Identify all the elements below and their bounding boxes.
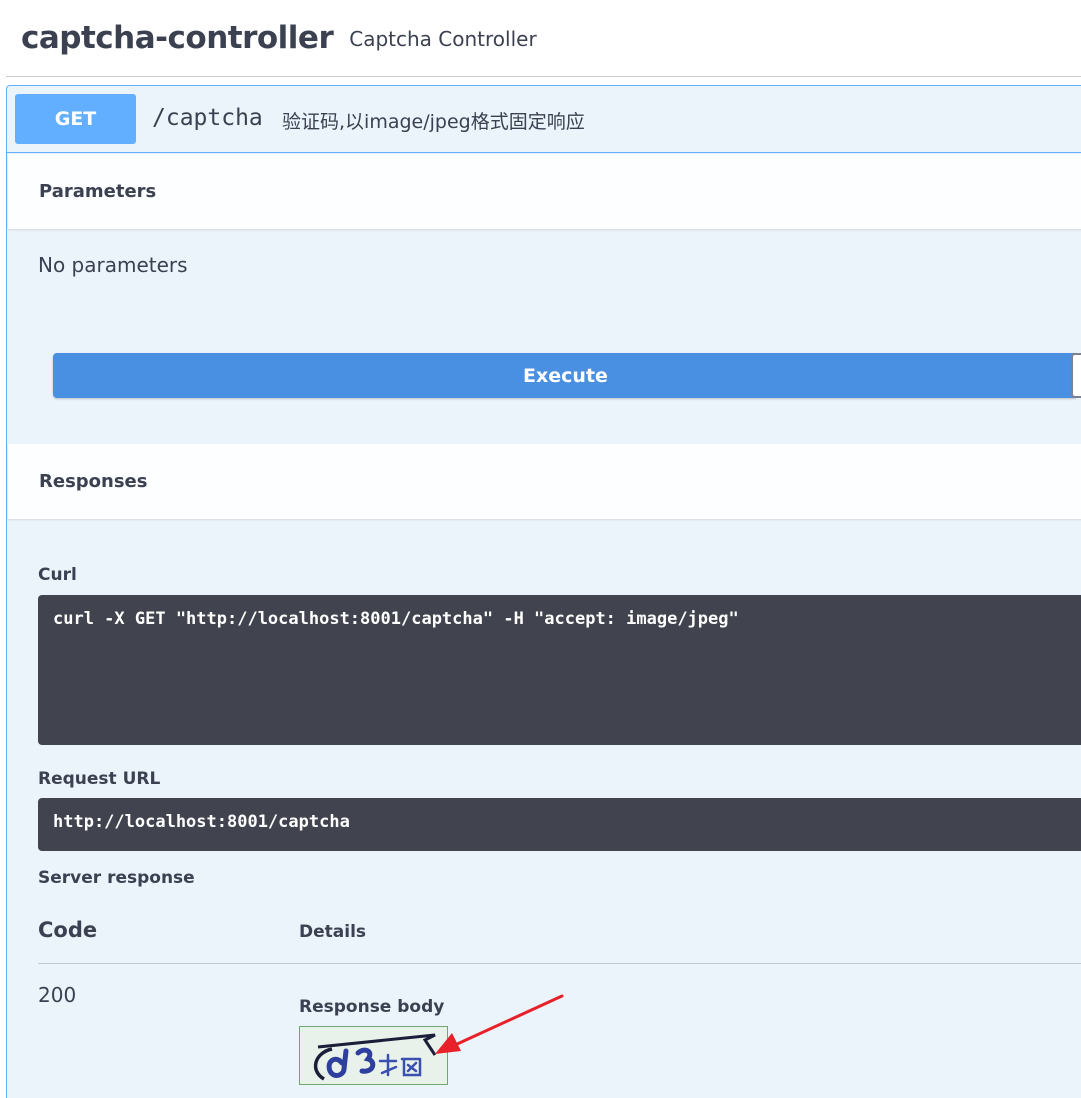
curl-label: Curl	[38, 565, 77, 585]
responses-title: Responses	[39, 471, 148, 492]
tag-title[interactable]: captcha-controller	[21, 20, 334, 56]
request-url-label: Request URL	[38, 769, 161, 789]
operation-summary[interactable]: GET /captcha 验证码,以image/jpeg格式固定响应	[7, 86, 1081, 153]
operation-summary-text: 验证码,以image/jpeg格式固定响应	[282, 111, 585, 133]
clear-button-edge[interactable]	[1071, 353, 1081, 398]
tag-description: Captcha Controller	[349, 27, 537, 51]
http-method-badge: GET	[15, 94, 136, 144]
responses-section-header: Responses	[8, 444, 1081, 519]
parameters-section-header: Parameters	[8, 154, 1081, 229]
operation-path: /captcha	[152, 105, 263, 131]
table-divider	[38, 963, 1081, 964]
parameters-title: Parameters	[39, 181, 157, 202]
request-url-block[interactable]: http://localhost:8001/captcha	[38, 798, 1081, 851]
code-column-header: Code	[38, 918, 98, 942]
curl-command-block[interactable]: curl -X GET "http://localhost:8001/captc…	[38, 595, 1081, 745]
response-status-code: 200	[38, 983, 77, 1007]
operation-block-get-captcha: GET /captcha 验证码,以image/jpeg格式固定响应 Param…	[6, 85, 1081, 1098]
annotation-arrow-icon	[435, 994, 564, 1054]
no-parameters-text: No parameters	[38, 253, 188, 277]
response-body-label: Response body	[299, 997, 445, 1017]
details-column-header: Details	[299, 922, 367, 942]
tag-header[interactable]: captcha-controller Captcha Controller	[6, 0, 1081, 77]
execute-button[interactable]: Execute	[53, 353, 1078, 398]
server-response-label: Server response	[38, 868, 195, 888]
